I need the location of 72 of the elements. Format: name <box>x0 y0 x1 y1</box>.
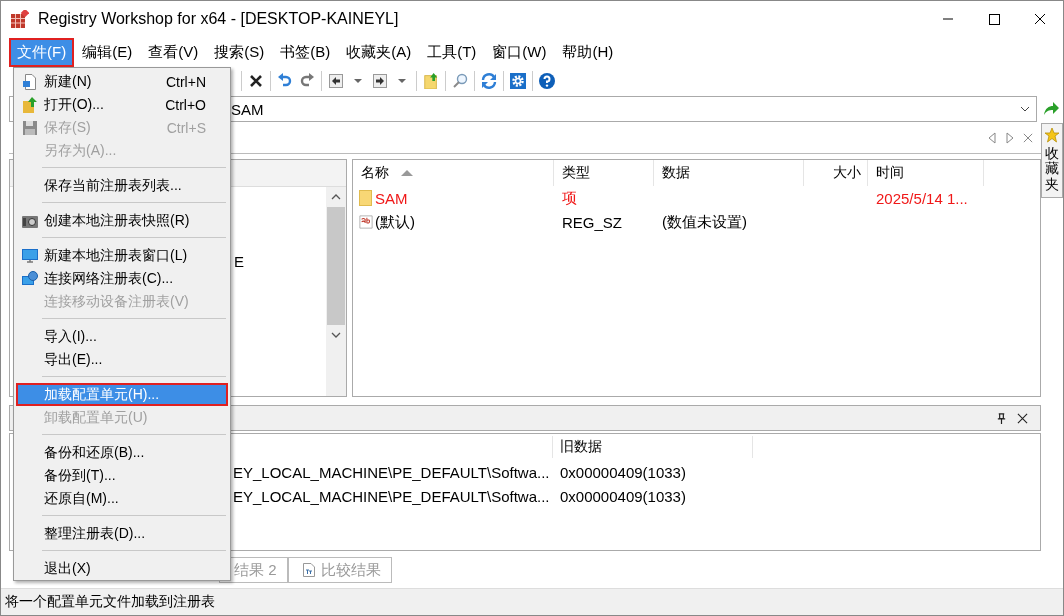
scroll-down-icon[interactable] <box>331 332 341 338</box>
folder-up-icon[interactable] <box>423 73 439 89</box>
menu-item[interactable]: 工具(T) <box>419 37 485 67</box>
network-computer-icon <box>22 270 38 287</box>
data-cell-text: (数值未设置) <box>661 212 748 232</box>
refresh-icon[interactable] <box>481 73 497 89</box>
help-icon[interactable] <box>539 73 555 89</box>
forward-icon[interactable] <box>372 73 388 89</box>
menu-item[interactable]: 打开(O)... Ctrl+O <box>16 93 228 116</box>
search-icon[interactable] <box>452 73 468 89</box>
menu-item[interactable]: 收藏夹(A) <box>338 37 420 67</box>
star-icon <box>1044 127 1060 143</box>
menu-item[interactable]: 整理注册表(D)... <box>16 522 228 545</box>
old-data-cell-text: 0x00000409(1033) <box>559 487 687 505</box>
close-icon[interactable] <box>1017 412 1028 424</box>
sort-up-icon <box>401 170 413 176</box>
name-cell[interactable]: SAM <box>353 189 554 207</box>
menu-item[interactable]: 查看(V) <box>140 37 207 67</box>
scroll-up-icon[interactable] <box>331 194 341 200</box>
scroll-right-icon[interactable] <box>1005 132 1015 144</box>
menu-item[interactable]: 书签(B) <box>272 37 339 67</box>
folder-icon <box>359 190 373 206</box>
name-cell[interactable]: (默认) <box>353 212 554 232</box>
column-header[interactable]: 数据 <box>654 160 804 186</box>
time-cell-text: 2025/5/14 1... <box>875 189 969 207</box>
old-data-cell-text: 0x00000409(1033) <box>559 463 687 481</box>
scrollbar[interactable] <box>326 187 346 396</box>
camera-icon <box>22 213 38 228</box>
column-header[interactable]: 大小 <box>804 160 868 186</box>
status-text: 将一个配置单元文件加载到注册表 <box>5 593 215 611</box>
monitor-icon <box>22 247 38 264</box>
open-folder-icon <box>22 96 38 113</box>
menu-item[interactable]: 连接网络注册表(C)... <box>16 267 228 290</box>
menu-item[interactable]: 导出(E)... <box>16 348 228 371</box>
menu-item[interactable]: 创建本地注册表快照(R) <box>16 209 228 232</box>
menu-item[interactable]: 保存当前注册表列表... <box>16 174 228 197</box>
path-cell: EY_LOCAL_MACHINE\PE_DEFAULT\Softwa... <box>233 463 550 481</box>
redo-icon[interactable] <box>299 73 315 89</box>
menu-item[interactable]: 备份和还原(B)... <box>16 441 228 464</box>
new-document-icon <box>22 73 38 90</box>
pin-icon[interactable] <box>996 412 1007 424</box>
menu-item[interactable]: 备份到(T)... <box>16 464 228 487</box>
go-arrow-icon[interactable] <box>1043 102 1059 116</box>
tree-item[interactable]: E <box>234 253 244 270</box>
column-header[interactable]: 时间 <box>868 160 984 186</box>
menu-item[interactable]: 窗口(W) <box>484 37 555 67</box>
column-header[interactable]: 类型 <box>554 160 654 186</box>
window-title: Registry Workshop for x64 - [DESKTOP-KAINEYL] <box>38 10 399 28</box>
menu-item[interactable]: 帮助(H) <box>554 37 622 67</box>
menu-item[interactable]: 新建(N) Ctrl+N <box>16 70 228 93</box>
column-header[interactable]: 旧数据 <box>553 436 753 458</box>
path-cell: EY_LOCAL_MACHINE\PE_DEFAULT\Softwa... <box>233 487 550 505</box>
type-cell-text: 项 <box>561 188 578 208</box>
menu-item[interactable]: 新建本地注册表窗口(L) <box>16 244 228 267</box>
string-value-icon <box>359 214 373 230</box>
delete-icon[interactable] <box>248 73 264 89</box>
scroll-left-icon[interactable] <box>987 132 997 144</box>
caret-icon[interactable] <box>354 79 362 83</box>
back-icon[interactable] <box>328 73 344 89</box>
type-cell-text: REG_SZ <box>561 213 623 231</box>
undo-icon[interactable] <box>277 73 293 89</box>
favorites-tab[interactable]: 收藏夹 <box>1041 123 1063 199</box>
settings-icon[interactable] <box>510 73 526 89</box>
menu-item[interactable]: 还原自(M)... <box>16 487 228 510</box>
menu-item[interactable]: 导入(I)... <box>16 325 228 348</box>
menu-item[interactable]: 编辑(E) <box>74 37 141 67</box>
caret-icon[interactable] <box>398 79 406 83</box>
app-icon <box>11 10 29 28</box>
document-icon <box>302 563 315 577</box>
column-header[interactable]: 名称 <box>353 160 554 186</box>
menu-item[interactable]: 搜索(S) <box>206 37 273 67</box>
dropdown-caret-icon[interactable] <box>1020 106 1030 112</box>
